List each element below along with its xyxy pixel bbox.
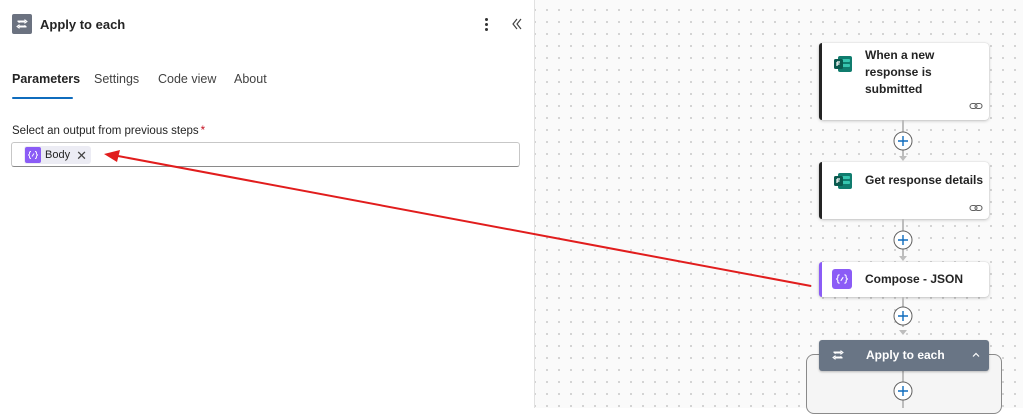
output-field-label: Select an output from previous steps *: [12, 125, 205, 137]
tab-about[interactable]: About: [234, 72, 267, 86]
token-label: Body: [45, 149, 71, 161]
card-accent: [819, 43, 822, 120]
output-selector-input[interactable]: Body ✕: [11, 142, 520, 167]
more-options-icon[interactable]: [478, 14, 494, 34]
tab-parameters[interactable]: Parameters: [12, 72, 80, 86]
required-mark: *: [200, 125, 206, 137]
body-token[interactable]: Body ✕: [24, 146, 91, 164]
card-accent: [819, 262, 822, 297]
apply-to-each-header[interactable]: Apply to each: [819, 340, 989, 371]
details-panel: Apply to each Parameters Settings Code v…: [0, 0, 535, 408]
remove-token-icon[interactable]: ✕: [76, 149, 87, 162]
panel-header: Apply to each: [0, 0, 535, 50]
connector-arrow: [899, 256, 907, 261]
card-compose-json[interactable]: Compose - JSON: [819, 262, 989, 297]
card-when-new-response[interactable]: When a new response is submitted: [819, 43, 989, 120]
add-step-icon[interactable]: [893, 230, 913, 250]
add-step-icon[interactable]: [893, 381, 913, 401]
panel-title: Apply to each: [40, 17, 126, 32]
collapse-panel-icon[interactable]: [508, 15, 526, 33]
card-title: Compose - JSON: [865, 272, 964, 286]
active-tab-indicator: [12, 97, 73, 99]
add-step-icon[interactable]: [893, 131, 913, 151]
link-icon[interactable]: [969, 203, 983, 213]
loop-icon: [12, 14, 32, 34]
forms-icon: [834, 56, 852, 72]
expression-icon: [25, 147, 41, 163]
connector-arrow: [899, 156, 907, 161]
card-title: When a new response is submitted: [865, 48, 935, 96]
card-get-response-details[interactable]: Get response details: [819, 162, 989, 219]
loop-icon: [832, 350, 844, 360]
add-step-icon[interactable]: [893, 306, 913, 326]
connector-arrow: [899, 330, 907, 335]
link-icon[interactable]: [969, 101, 983, 111]
tab-settings[interactable]: Settings: [94, 72, 139, 86]
card-accent: [819, 162, 822, 219]
output-field-label-text: Select an output from previous steps: [12, 125, 199, 137]
chevron-up-icon[interactable]: [971, 350, 981, 360]
tab-code-view[interactable]: Code view: [158, 72, 216, 86]
compose-icon: [832, 269, 852, 289]
scope-title: Apply to each: [866, 348, 945, 362]
card-title: Get response details: [865, 173, 984, 187]
forms-icon: [834, 173, 852, 189]
